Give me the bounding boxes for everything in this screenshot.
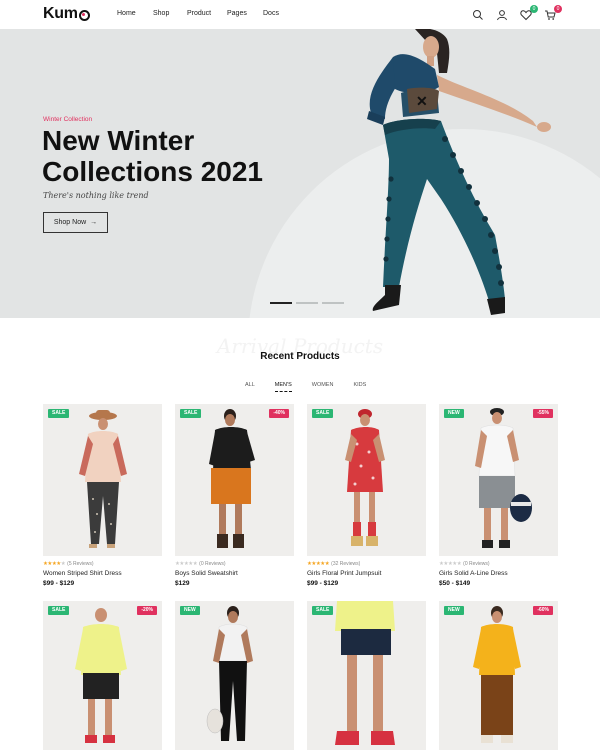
arrow-right-icon: → [90,219,98,226]
nav-docs[interactable]: Docs [263,10,279,17]
product-rating: ★★★★★ (5 Reviews) [43,561,162,567]
discount-tag: -60% [533,606,553,615]
cart-icon[interactable]: 0 [544,5,562,20]
product-image[interactable]: SALE [307,404,426,556]
discount-tag: -20% [137,606,157,615]
product-card[interactable]: SALE -20% [43,601,162,750]
product-name[interactable]: Boys Solid Sweatshirt [175,570,294,577]
review-count: (0 Reviews) [463,561,490,567]
product-name[interactable]: Women Striped Shirt Dress [43,570,162,577]
discount-tag: -55% [533,409,553,418]
product-photo [75,608,127,743]
close-icon: ✕ [416,93,428,109]
tab-kids[interactable]: KIDS [353,382,366,392]
product-name[interactable]: Girls Floral Print Jumpsuit [307,570,426,577]
product-image[interactable]: SALE -40% [175,404,294,556]
hero-banner: ✕ Winter Collection New Winter Collectio… [0,29,600,318]
product-name[interactable]: Girls Solid A-Line Dress [439,570,558,577]
nav-home[interactable]: Home [117,10,153,17]
product-rating: ★★★★★ (0 Reviews) [439,561,558,567]
sale-tag: SALE [48,409,70,418]
product-card[interactable]: SALE ★★★★★ (32 Reviews) Girls Floral Pri… [307,404,426,587]
heart-icon[interactable]: 0 [520,5,538,21]
product-photo [473,606,521,743]
logo-o-icon [78,9,90,21]
product-image[interactable]: NEW -55% [439,404,558,556]
main-nav: Home Shop Product Pages Docs [117,10,279,17]
hero-title: New Winter Collections 2021 [42,125,263,187]
star-rating-icon: ★★★★★ [307,561,330,567]
product-photo [345,409,385,546]
user-icon[interactable] [496,8,508,21]
new-tag: NEW [444,409,464,418]
sale-tag: SALE [180,409,202,418]
discount-tag: -40% [269,409,289,418]
product-image[interactable]: SALE [43,404,162,556]
slider-dot-2[interactable] [296,302,318,304]
product-filter-tabs: ALL MEN'S WOMEN KIDS [245,382,386,392]
new-tag: NEW [444,606,464,615]
product-price: $99 - $129 [43,580,75,587]
hero-subtitle: Winter Collection [43,116,93,123]
site-header: Kum Home Shop Product Pages Docs 0 0 [0,0,600,29]
product-photo [79,410,127,548]
nav-pages[interactable]: Pages [227,10,263,17]
star-rating-icon: ★★★★★ [43,561,66,567]
product-photo [475,408,532,548]
review-count: (5 Reviews) [67,561,94,567]
search-icon[interactable] [472,8,484,20]
slider-dots [270,302,344,304]
star-rating-icon: ★★★★★ [439,561,462,567]
product-card[interactable]: NEW [175,601,294,750]
shop-now-label: Shop Now [53,219,87,226]
product-card[interactable]: NEW -55% ★★★★★ (0 Reviews) Girls Solid A… [439,404,558,587]
product-card[interactable]: SALE [307,601,426,750]
product-photo [335,601,395,745]
product-card[interactable]: SALE -40% ★★★★★ (0 Reviews) Boys Solid S… [175,404,294,587]
product-price: $99 - $129 [307,580,339,587]
logo[interactable]: Kum [43,5,90,23]
cart-count-badge: 0 [554,5,562,13]
product-price: $129 [175,580,190,587]
nav-shop[interactable]: Shop [153,10,187,17]
sale-tag: SALE [312,409,334,418]
product-image[interactable]: NEW -60% [439,601,558,750]
tab-mens[interactable]: MEN'S [274,382,292,392]
product-photo [206,606,253,741]
tab-women[interactable]: WOMEN [312,382,334,392]
review-count: (32 Reviews) [331,561,361,567]
product-photo [209,409,255,548]
new-tag: NEW [180,606,200,615]
product-image[interactable]: NEW [175,601,294,750]
product-price: $50 - $149 [439,580,471,587]
slider-dot-3[interactable] [322,302,344,304]
product-rating: ★★★★★ (0 Reviews) [175,561,294,567]
sale-tag: SALE [48,606,70,615]
hero-tagline: There's nothing like trend [43,191,149,200]
product-image[interactable]: SALE [307,601,426,750]
product-card[interactable]: SALE ★★★★★ (5 Reviews) Women Striped Shi… [43,404,162,587]
tab-all[interactable]: ALL [245,382,255,392]
logo-text: Kum [43,5,78,22]
product-card[interactable]: NEW -60% [439,601,558,750]
section-title: Recent Products [260,351,340,362]
hero-model-image [367,29,551,315]
shop-now-button[interactable]: Shop Now → [43,212,108,233]
review-count: (0 Reviews) [199,561,226,567]
slider-dot-1[interactable] [270,302,292,304]
wishlist-count-badge: 0 [530,5,538,13]
star-rating-icon: ★★★★★ [175,561,198,567]
header-actions: 0 0 [472,5,562,21]
product-rating: ★★★★★ (32 Reviews) [307,561,426,567]
product-image[interactable]: SALE -20% [43,601,162,750]
nav-product[interactable]: Product [187,10,227,17]
sale-tag: SALE [312,606,334,615]
